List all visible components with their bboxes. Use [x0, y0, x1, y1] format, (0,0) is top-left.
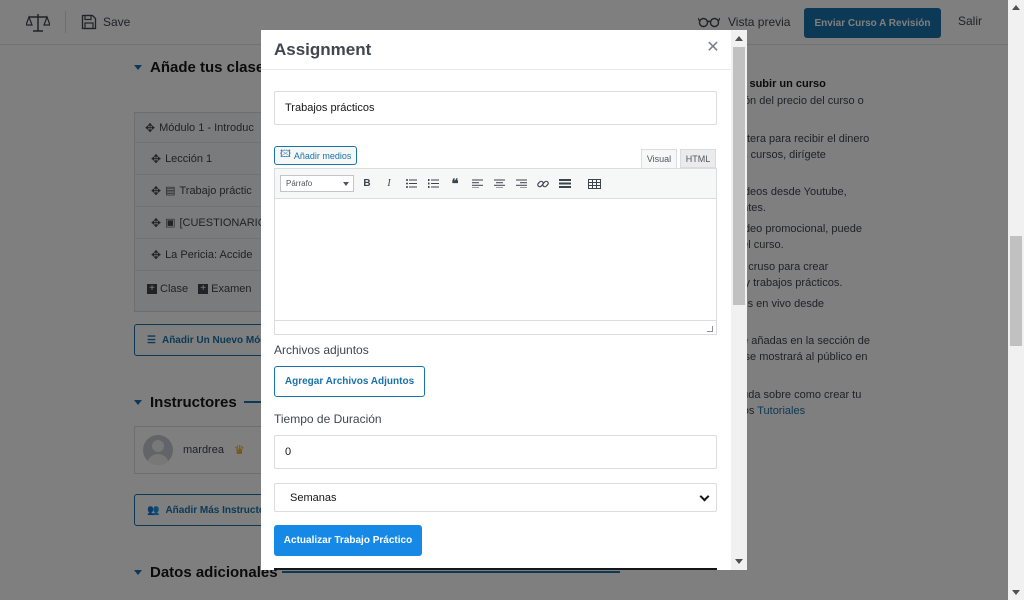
page-scrollbar[interactable] [1008, 0, 1024, 600]
italic-icon[interactable]: I [381, 175, 397, 192]
divider [274, 568, 717, 570]
assignment-modal: Assignment ✕ 🖾 Añadir medios Visual HTML… [261, 30, 747, 570]
editor-toolbar: Párrafo B I ❝ [275, 169, 716, 199]
format-select[interactable]: Párrafo [280, 175, 354, 192]
blockquote-icon[interactable]: ❝ [447, 175, 463, 192]
editor-content-area[interactable] [275, 200, 716, 321]
scroll-up-arrow-icon[interactable] [1012, 5, 1020, 10]
chevron-down-icon [699, 491, 710, 502]
scroll-down-arrow-icon[interactable] [1012, 590, 1020, 595]
modal-scrollbar[interactable] [731, 30, 747, 570]
content-editor: Párrafo B I ❝ [274, 168, 717, 335]
duration-label: Tiempo de Duración [274, 412, 382, 426]
resize-handle-icon[interactable] [707, 326, 713, 332]
update-assignment-button[interactable]: Actualizar Trabajo Práctico [274, 525, 422, 556]
align-left-icon[interactable] [469, 175, 485, 192]
bold-icon[interactable]: B [359, 175, 375, 192]
modal-title: Assignment [274, 40, 372, 59]
editor-statusbar [275, 320, 716, 334]
link-icon[interactable] [535, 175, 551, 192]
scroll-up-arrow-icon[interactable] [735, 36, 743, 41]
page-scrollbar-thumb[interactable] [1010, 236, 1022, 346]
bullet-list-icon[interactable] [403, 175, 419, 192]
numbered-list-icon[interactable] [425, 175, 441, 192]
align-right-icon[interactable] [513, 175, 529, 192]
assignment-title-input[interactable] [274, 91, 717, 125]
close-icon[interactable]: ✕ [705, 40, 721, 56]
chevron-down-icon [343, 182, 349, 186]
modal-scrollbar-thumb[interactable] [733, 47, 745, 305]
scroll-down-arrow-icon[interactable] [735, 559, 743, 564]
media-icon: 🖾 [280, 149, 291, 160]
tab-visual[interactable]: Visual [641, 149, 677, 168]
duration-input[interactable] [274, 435, 717, 469]
modal-header: Assignment ✕ [261, 30, 731, 70]
align-center-icon[interactable] [491, 175, 507, 192]
add-media-button[interactable]: 🖾 Añadir medios [274, 146, 357, 165]
duration-unit-select[interactable]: Semanas [274, 483, 717, 512]
read-more-icon[interactable] [557, 175, 573, 192]
add-attachments-button[interactable]: Agregar Archivos Adjuntos [274, 366, 425, 397]
toolbar-toggle-icon[interactable] [586, 175, 602, 192]
attachments-label: Archivos adjuntos [274, 343, 369, 357]
tab-html[interactable]: HTML [680, 149, 716, 168]
